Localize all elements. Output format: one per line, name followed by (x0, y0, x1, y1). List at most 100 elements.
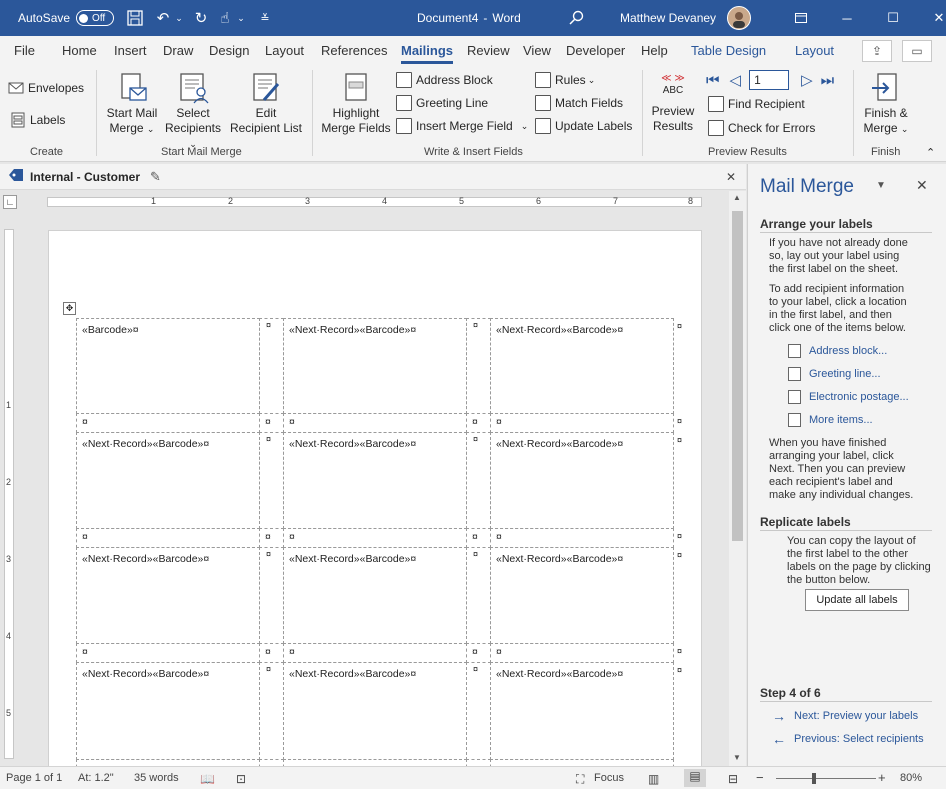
spacer-row-cell[interactable]: ¤ (76, 528, 260, 548)
spacer-row-cell[interactable]: ¤ (76, 413, 260, 433)
label-cell[interactable]: «Next·Record»«Barcode»¤ (76, 432, 260, 529)
spacer-row-cell[interactable]: ¤ (259, 528, 284, 548)
next-record-icon[interactable]: ▷ (801, 71, 813, 89)
zoom-slider-thumb[interactable] (812, 773, 816, 784)
spacer-row-cell[interactable]: ¤ (466, 528, 491, 548)
chevron-down-icon[interactable]: ⌄ (521, 121, 529, 132)
edit-recipient-list-button[interactable]: Edit Recipient List (228, 72, 304, 136)
autosave-control[interactable]: AutoSave Off (18, 0, 115, 36)
search-icon[interactable] (568, 0, 584, 36)
tab-selector-icon[interactable]: ∟ (3, 195, 17, 209)
spacer-row-cell[interactable]: ¤ (283, 528, 467, 548)
label-cell[interactable]: «Next·Record»«Barcode»¤ (283, 318, 467, 414)
label-cell[interactable]: «Next·Record»«Barcode»¤ (283, 662, 467, 760)
record-number-input[interactable]: 1 (749, 70, 790, 90)
first-record-icon[interactable]: ⏮ (706, 72, 720, 89)
labels-button[interactable]: Labels (10, 110, 65, 130)
maximize-icon[interactable]: ☐ (870, 0, 916, 36)
close-window-icon[interactable]: ✕ (916, 0, 946, 36)
spacer-cell[interactable]: ¤ (259, 662, 284, 760)
sensitivity-label[interactable]: Internal - Customer (30, 170, 140, 184)
more-items-link[interactable]: More items... (788, 413, 873, 427)
spacer-cell[interactable]: ¤ (466, 432, 491, 529)
label-cell[interactable]: «Next·Record»«Barcode»¤ (283, 547, 467, 644)
proofing-icon[interactable]: 📖 (200, 772, 215, 786)
web-layout-icon[interactable]: ⊟ (728, 772, 738, 786)
table-move-handle-icon[interactable]: ✥ (63, 302, 76, 315)
spacer-cell[interactable]: ¤ (466, 662, 491, 760)
word-count[interactable]: 35 words (134, 772, 179, 784)
spacer-row-cell[interactable]: ¤ (76, 643, 260, 663)
greeting-line-button[interactable]: Greeting Line (396, 93, 488, 113)
customize-qat-icon[interactable]: ≚ (254, 7, 276, 29)
touch-dropdown-icon[interactable]: ⌄ (236, 7, 246, 29)
tab-file[interactable]: File (14, 36, 35, 66)
previous-record-icon[interactable]: ◁ (730, 71, 742, 89)
spacer-row-cell[interactable]: ¤ (259, 413, 284, 433)
collapse-ribbon-icon[interactable]: ⌃ (926, 146, 935, 159)
label-cell[interactable]: «Next·Record»«Barcode»¤ (490, 432, 674, 529)
redo-icon[interactable]: ↻ (190, 7, 212, 29)
page-count[interactable]: Page 1 of 1 (6, 772, 62, 784)
touch-mode-icon[interactable]: ☝ (214, 7, 236, 29)
tab-help[interactable]: Help (641, 36, 668, 66)
greeting-line-link[interactable]: Greeting line... (788, 367, 881, 381)
previous-step-link[interactable]: ← Previous: Select recipients (772, 731, 924, 747)
label-cell[interactable]: «Barcode»¤ (76, 318, 260, 414)
save-icon[interactable] (124, 7, 146, 29)
tab-design[interactable]: Design (209, 36, 249, 66)
tab-developer[interactable]: Developer (566, 36, 625, 66)
spacer-row-cell[interactable]: ¤ (283, 643, 467, 663)
user-name[interactable]: Matthew Devaney (620, 0, 716, 36)
spacer-cell[interactable]: ¤ (466, 547, 491, 644)
label-cell[interactable]: «Next·Record»«Barcode»¤ (490, 318, 674, 414)
zoom-level[interactable]: 80% (900, 772, 922, 784)
tab-layout[interactable]: Layout (265, 36, 304, 66)
spacer-row-cell[interactable]: ¤ (466, 413, 491, 433)
accessibility-icon[interactable]: ⊡ (236, 772, 246, 786)
autosave-toggle[interactable]: Off (76, 10, 115, 26)
spacer-cell[interactable]: ¤ (259, 547, 284, 644)
tab-review[interactable]: Review (467, 36, 510, 66)
scroll-down-icon[interactable]: ▼ (733, 753, 741, 762)
ribbon-display-options-icon[interactable] (778, 0, 824, 36)
label-cell[interactable]: «Next·Record»«Barcode»¤ (490, 547, 674, 644)
spacer-cell[interactable]: ¤ (259, 432, 284, 529)
spacer-cell[interactable]: ¤ (466, 318, 491, 414)
spacer-row-cell[interactable]: ¤ (490, 643, 674, 663)
update-all-labels-button[interactable]: Update all labels (805, 589, 909, 611)
tab-table-design[interactable]: Table Design (691, 36, 766, 66)
tab-insert[interactable]: Insert (114, 36, 147, 66)
tab-table-layout[interactable]: Layout (795, 36, 834, 66)
spacer-row-cell[interactable]: ¤ (490, 413, 674, 433)
avatar[interactable] (727, 6, 751, 30)
check-errors-button[interactable]: Check for Errors (708, 118, 815, 138)
close-sensitivity-icon[interactable]: ✕ (726, 170, 736, 184)
spacer-row-cell[interactable]: ¤ (466, 643, 491, 663)
tab-view[interactable]: View (523, 36, 551, 66)
print-layout-icon[interactable]: ▤ (684, 769, 706, 787)
comments-icon[interactable]: ▭ (902, 40, 932, 62)
spacer-cell[interactable]: ¤ (259, 318, 284, 414)
read-mode-icon[interactable]: ▥ (648, 772, 659, 786)
spacer-row-cell[interactable]: ¤ (490, 528, 674, 548)
tab-home[interactable]: Home (62, 36, 97, 66)
finish-merge-button[interactable]: Finish & Merge ⌄ (858, 72, 914, 137)
tab-draw[interactable]: Draw (163, 36, 193, 66)
select-recipients-button[interactable]: Select Recipients ⌄ (160, 72, 226, 152)
start-mail-merge-button[interactable]: Start Mail Merge ⌄ (104, 72, 160, 137)
share-icon[interactable]: ⇪ (862, 40, 892, 62)
undo-icon[interactable]: ↶ (152, 7, 174, 29)
pane-options-icon[interactable]: ▼ (876, 180, 886, 191)
tab-mailings[interactable]: Mailings (401, 36, 454, 66)
scroll-up-icon[interactable]: ▲ (733, 193, 741, 202)
next-step-link[interactable]: → Next: Preview your labels (772, 708, 918, 724)
envelopes-button[interactable]: Envelopes (8, 78, 84, 98)
minimize-icon[interactable]: ─ (824, 0, 870, 36)
preview-results-button[interactable]: ≪ ≫ ABC Preview Results (648, 74, 698, 134)
label-cell[interactable]: «Next·Record»«Barcode»¤ (283, 432, 467, 529)
undo-dropdown-icon[interactable]: ⌄ (174, 7, 184, 29)
address-block-button[interactable]: Address Block (396, 70, 493, 90)
document-page[interactable]: ✥ «Barcode»¤ ¤ «Next·Record»«Barcode»¤ ¤… (48, 230, 702, 770)
focus-label[interactable]: Focus (594, 772, 624, 784)
